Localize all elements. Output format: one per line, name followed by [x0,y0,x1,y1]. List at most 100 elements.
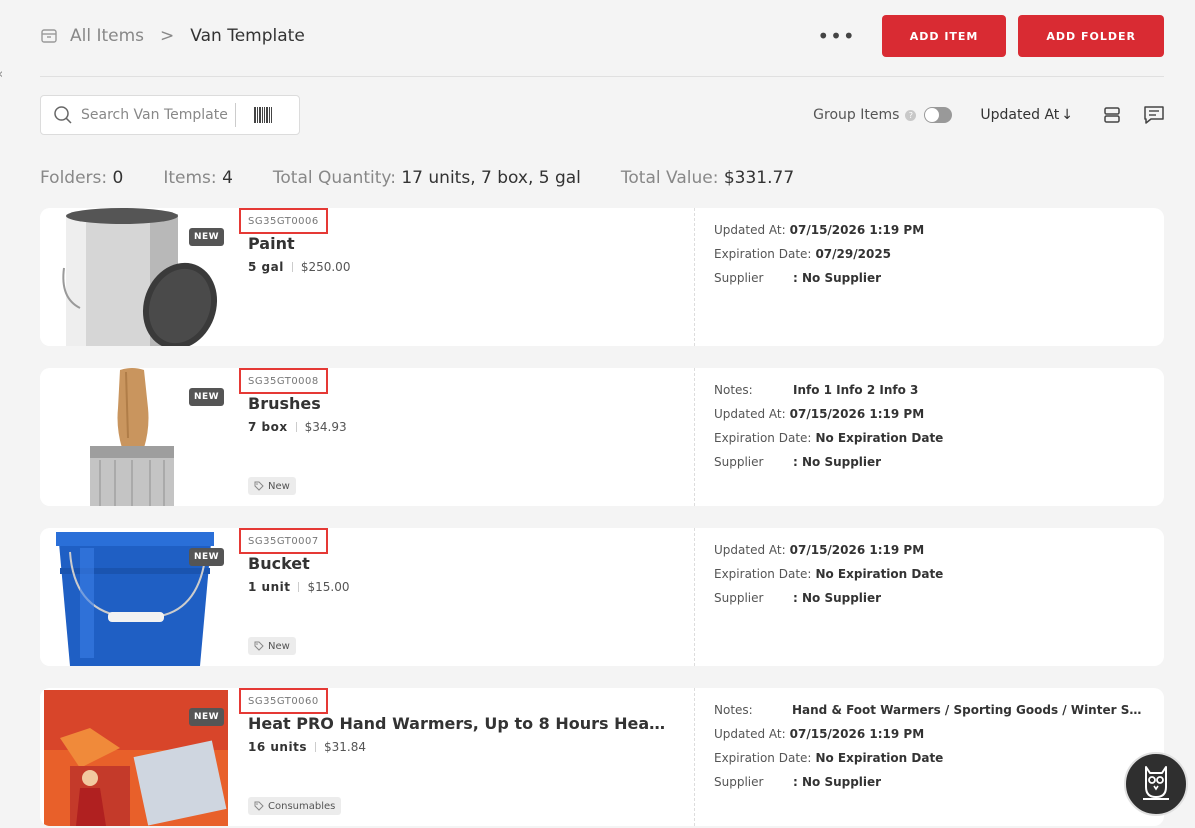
detail-row-notes: Notes: Hand & Foot Warmers / Sporting Goo… [714,698,1144,722]
owl-icon [1139,763,1173,805]
item-card[interactable]: NEW SG35GT0007 Bucket 1 unit $15.00 New … [40,528,1164,666]
chat-icon[interactable] [1143,105,1165,125]
tag-icon [254,801,264,811]
detail-value: No Expiration Date [815,567,944,581]
detail-row-supplier: Supplier: No Supplier [714,770,1144,794]
detail-label: Supplier [714,775,764,789]
item-thumbnail-hand-warmers: NEW [40,688,230,826]
item-quantity-price: 1 unit $15.00 [248,580,349,594]
quantity-value: 17 units, 7 box, 5 gal [401,168,581,188]
qty-divider [291,262,293,272]
item-quantity-price: 16 units $31.84 [248,740,366,754]
add-item-button[interactable]: ADD ITEM [881,15,1007,57]
detail-row-expiration: Expiration Date: 07/29/2025 [714,242,1144,266]
tag-label: New [268,480,290,492]
item-tag[interactable]: Consumables [248,797,342,815]
item-card[interactable]: NEW SG35GT0008 Brushes 7 box $34.93 New … [40,368,1164,506]
detail-value: No Expiration Date [815,431,944,445]
detail-row-updated: Updated At: 07/15/2026 1:19 PM [714,538,1144,562]
new-badge: NEW [189,388,225,406]
item-sku: SG35GT0008 [239,368,328,394]
sort-direction-icon[interactable]: ↓ [1061,107,1073,123]
value-value: $331.77 [723,168,795,188]
item-price: $15.00 [307,580,350,594]
detail-label: Expiration Date: [714,567,812,581]
breadcrumb-root[interactable]: All Items [70,26,144,46]
breadcrumb-current: Van Template [190,26,305,46]
detail-row-expiration: Expiration Date: No Expiration Date [714,746,1144,770]
detail-value: No Expiration Date [815,751,944,765]
inventory-summary: Folders: 0 Items: 4 Total Quantity: 17 u… [40,168,834,188]
assistant-owl-button[interactable] [1124,752,1188,816]
more-options-button[interactable]: ••• [817,24,855,48]
item-quantity: 16 units [248,740,307,754]
items-label: Items: [163,168,217,188]
new-badge: NEW [189,228,225,246]
detail-label: Updated At: [714,543,786,557]
detail-value: Info 1 Info 2 Info 3 [793,383,919,397]
qty-divider [298,582,300,592]
item-name[interactable]: Brushes [248,394,321,413]
group-items-label: Group Items [813,107,900,123]
detail-value: 07/15/2026 1:19 PM [789,543,925,557]
detail-label: Supplier [714,271,764,285]
card-divider [694,368,695,506]
item-sku: SG35GT0006 [239,208,328,234]
item-thumbnail-bucket: NEW [40,528,230,666]
item-details: Updated At: 07/15/2026 1:19 PM Expiration… [714,218,1144,290]
detail-label: Supplier [714,455,764,469]
qty-divider [295,422,297,432]
item-price: $31.84 [323,740,366,754]
new-badge: NEW [189,708,225,726]
search-icon [53,105,73,125]
header-divider [40,76,1164,77]
search-input[interactable] [81,107,231,123]
item-name[interactable]: Heat PRO Hand Warmers, Up to 8 Hours Hea… [248,714,672,733]
item-quantity-price: 5 gal $250.00 [248,260,350,274]
detail-label: Notes: [714,383,753,397]
item-tag[interactable]: New [248,637,296,655]
item-quantity: 1 unit [248,580,291,594]
item-sku: SG35GT0060 [239,688,328,714]
detail-row-notes: Notes: Info 1 Info 2 Info 3 [714,378,1144,402]
barcode-icon[interactable] [254,107,272,123]
card-divider [694,528,695,666]
detail-value: 07/29/2025 [815,247,892,261]
list-view-icon[interactable] [1103,106,1121,124]
items-value: 4 [222,168,233,188]
item-card[interactable]: NEW SG35GT0060 Heat PRO Hand Warmers, Up… [40,688,1164,826]
value-label: Total Value: [620,168,719,188]
item-card[interactable]: NEW SG35GT0006 Paint 5 gal $250.00 Updat… [40,208,1164,346]
sort-button[interactable]: Updated At [980,107,1059,123]
detail-label: Expiration Date: [714,431,812,445]
items-stat: Items: 4 [163,168,233,188]
detail-row-updated: Updated At: 07/15/2026 1:19 PM [714,722,1144,746]
detail-value: Hand & Foot Warmers / Sporting Goods / W… [792,703,1144,717]
item-name[interactable]: Bucket [248,554,310,573]
detail-value: : No Supplier [793,455,882,469]
sidebar-collapse-icon[interactable]: ‹ [0,67,3,82]
new-badge: NEW [189,548,225,566]
detail-row-updated: Updated At: 07/15/2026 1:19 PM [714,218,1144,242]
add-folder-button[interactable]: ADD FOLDER [1018,15,1164,57]
group-items-toggle[interactable] [924,107,953,123]
item-tag[interactable]: New [248,477,296,495]
help-icon[interactable]: ? [905,109,917,121]
detail-label: Supplier [714,591,764,605]
item-thumbnail-paint-can: NEW [40,208,230,346]
tag-icon [254,641,264,651]
detail-row-supplier: Supplier: No Supplier [714,586,1144,610]
item-name[interactable]: Paint [248,234,295,253]
detail-label: Notes: [714,703,753,717]
detail-label: Updated At: [714,727,786,741]
item-quantity: 5 gal [248,260,284,274]
list-toolbar: Group Items ? Updated At ↓ [813,100,1165,130]
detail-row-updated: Updated At: 07/15/2026 1:19 PM [714,402,1144,426]
toggle-knob [925,108,940,122]
tag-label: New [268,640,290,652]
detail-value: 07/15/2026 1:19 PM [789,223,925,237]
quantity-stat: Total Quantity: 17 units, 7 box, 5 gal [273,168,581,188]
folders-label: Folders: [40,168,108,188]
detail-value: 07/15/2026 1:19 PM [789,727,925,741]
qty-divider [314,742,316,752]
